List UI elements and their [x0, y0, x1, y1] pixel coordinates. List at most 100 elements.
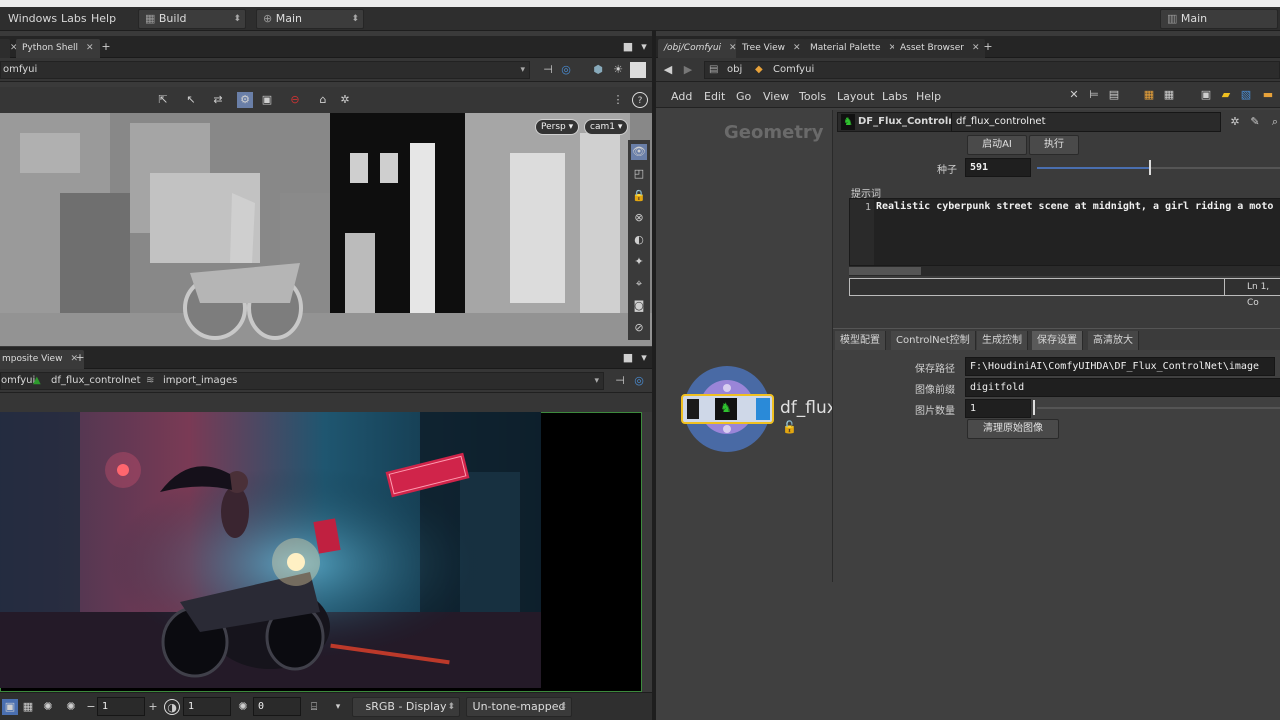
wrench-icon[interactable]: ✕	[1066, 87, 1082, 103]
tab-save-settings[interactable]: 保存设置	[1032, 331, 1083, 350]
exposure-field[interactable]: 1	[97, 697, 145, 716]
viewport-3d[interactable]: Persp ▾ cam1 ▾	[0, 113, 652, 346]
start-ai-button[interactable]: 启动AI	[967, 135, 1027, 155]
tab-tree-view[interactable]: Tree View ✕	[736, 39, 807, 58]
menu-view[interactable]: View	[763, 90, 789, 103]
unlock-icon[interactable]: 🔓	[782, 420, 797, 434]
hide-icon[interactable]: ⊘	[631, 320, 647, 336]
search-icon[interactable]: ⌕	[1267, 114, 1280, 130]
record-icon[interactable]: ⊖	[287, 92, 303, 108]
node-name-field[interactable]: df_flux_controlnet	[951, 112, 1221, 132]
add-tab-icon[interactable]: +	[72, 350, 88, 366]
gamma-icon[interactable]: ◑	[164, 699, 180, 715]
tab-controlnet[interactable]: ControlNet控制	[891, 331, 976, 350]
lock-icon[interactable]: 🔒	[631, 188, 647, 204]
gear-icon[interactable]: ✲	[1227, 114, 1243, 130]
sun-icon[interactable]: ✺	[235, 699, 251, 715]
sphere-icon[interactable]: ◐	[631, 232, 647, 248]
menu-help[interactable]: Help	[91, 12, 116, 25]
view-icon[interactable]: ◰	[631, 166, 647, 182]
tonemap-dropdown[interactable]: Un-tone-mapped ⬍	[466, 697, 572, 717]
note-icon[interactable]: ▰	[1218, 87, 1234, 103]
path-segment[interactable]: Comfyui	[773, 62, 814, 78]
tab-obj-comfyui[interactable]: /obj/Comfyui ✕	[658, 39, 743, 58]
network-path-field[interactable]: ▤ obj ◆ Comfyui	[704, 61, 1280, 79]
snap-icon[interactable]: ⚙	[237, 92, 253, 108]
target-icon[interactable]: ◎	[558, 62, 574, 78]
lut-icon[interactable]: ⌸	[306, 699, 322, 715]
display-mode-icon[interactable]: ▣	[259, 92, 275, 108]
menu-tools[interactable]: Tools	[799, 90, 826, 103]
menu-go[interactable]: Go	[736, 90, 751, 103]
seed-slider-handle[interactable]	[1149, 160, 1152, 175]
chevron-down-icon[interactable]: ▾	[330, 699, 346, 715]
menu-layout[interactable]: Layout	[837, 90, 874, 103]
count-field[interactable]: 1	[965, 399, 1031, 418]
tab-asset-browser[interactable]: Asset Browser ✕	[894, 39, 986, 58]
camera-icon[interactable]: ⌂	[315, 92, 331, 108]
node-display-flag[interactable]	[756, 398, 770, 420]
clear-images-button[interactable]: 清理原始图像	[967, 419, 1059, 439]
folder-icon[interactable]: ▬	[1260, 87, 1276, 103]
chevron-down-icon[interactable]: ▾	[636, 350, 652, 366]
select-icon[interactable]: ⇱	[155, 92, 171, 108]
eye-icon[interactable]: 👁	[631, 144, 647, 160]
tree-icon[interactable]: ⊨	[1086, 87, 1102, 103]
back-arrow-icon[interactable]: ◀	[660, 62, 676, 78]
tab-model-config[interactable]: 模型配置	[835, 331, 886, 350]
grid-icon[interactable]: ▦	[20, 699, 36, 715]
offset-field[interactable]: 0	[253, 697, 301, 716]
camera-icon[interactable]: ◙	[631, 298, 647, 314]
seed-field[interactable]: 591	[965, 158, 1031, 177]
node-flag[interactable]	[687, 399, 699, 419]
persp-menu[interactable]: Persp ▾	[535, 119, 580, 135]
tab-python-shell[interactable]: Python Shell ✕	[16, 39, 100, 58]
menu-windows[interactable]: Windows	[8, 12, 57, 25]
df-flux-node[interactable]: ♞	[681, 394, 774, 424]
sun-icon[interactable]: ✺	[40, 699, 56, 715]
path-segment[interactable]: obj	[727, 62, 742, 78]
target-icon[interactable]: ◎	[631, 373, 647, 389]
bulb-icon[interactable]: ✦	[631, 254, 647, 270]
pin-icon[interactable]: ⊣	[612, 373, 628, 389]
help-icon[interactable]: ?	[632, 92, 648, 108]
right-main-dropdown[interactable]: ▥ Main	[1160, 9, 1278, 29]
prompt-editor[interactable]: 1 Realistic cyberpunk street scene at mi…	[849, 198, 1280, 266]
chevron-down-icon[interactable]: ▾	[636, 39, 652, 55]
gamma-field[interactable]: 1	[183, 697, 231, 716]
desktop-dropdown[interactable]: ▦ Build ⬍	[138, 9, 246, 29]
close-icon[interactable]: ✕	[972, 43, 980, 53]
list-icon[interactable]: ▤	[1106, 87, 1122, 103]
grid-icon[interactable]: ▦	[1161, 87, 1177, 103]
light-icon[interactable]: ☀	[610, 62, 626, 78]
count-slider-handle[interactable]	[1033, 400, 1035, 415]
plus-icon[interactable]: +	[145, 699, 161, 715]
settings-icon[interactable]: ✲	[337, 92, 353, 108]
save-path-field[interactable]: F:\HoudiniAI\ComfyUIHDA\DF_Flux_ControlN…	[965, 357, 1275, 376]
prefix-field[interactable]: digitfold	[965, 378, 1280, 397]
pin-icon[interactable]: ⊣	[540, 62, 556, 78]
brush-icon[interactable]: ✎	[1247, 114, 1263, 130]
close-icon[interactable]: ✕	[86, 43, 94, 53]
menu-labs[interactable]: Labs	[882, 90, 908, 103]
path-segment[interactable]: import_images	[163, 373, 237, 389]
colorspace-dropdown[interactable]: sRGB - Display ⬍	[352, 697, 460, 717]
pane-menu-icon[interactable]: ■	[620, 39, 636, 55]
close-icon[interactable]: ✕	[793, 43, 801, 53]
pane-menu-icon[interactable]: ■	[620, 350, 636, 366]
menu-edit[interactable]: Edit	[704, 90, 725, 103]
path-field[interactable]: omfyui ▾	[0, 61, 530, 79]
prompt-text[interactable]: Realistic cyberpunk street scene at midn…	[876, 201, 1280, 212]
menu-help[interactable]: Help	[916, 90, 941, 103]
list-icon[interactable]: ⋮	[610, 92, 626, 108]
image-icon[interactable]: ▧	[1238, 87, 1254, 103]
tab-close-stub[interactable]: ✕	[0, 39, 18, 58]
cube-icon[interactable]: ⬢	[590, 62, 606, 78]
tab-material-palette[interactable]: Material Palette ✕	[804, 39, 903, 58]
forward-arrow-icon[interactable]: ▶	[680, 62, 696, 78]
sun-icon[interactable]: ✺	[63, 699, 79, 715]
tab-generation[interactable]: 生成控制	[977, 331, 1028, 350]
node-input-port[interactable]	[723, 384, 731, 392]
add-tab-icon[interactable]: +	[98, 39, 114, 55]
display-icon[interactable]: ■	[630, 62, 646, 78]
